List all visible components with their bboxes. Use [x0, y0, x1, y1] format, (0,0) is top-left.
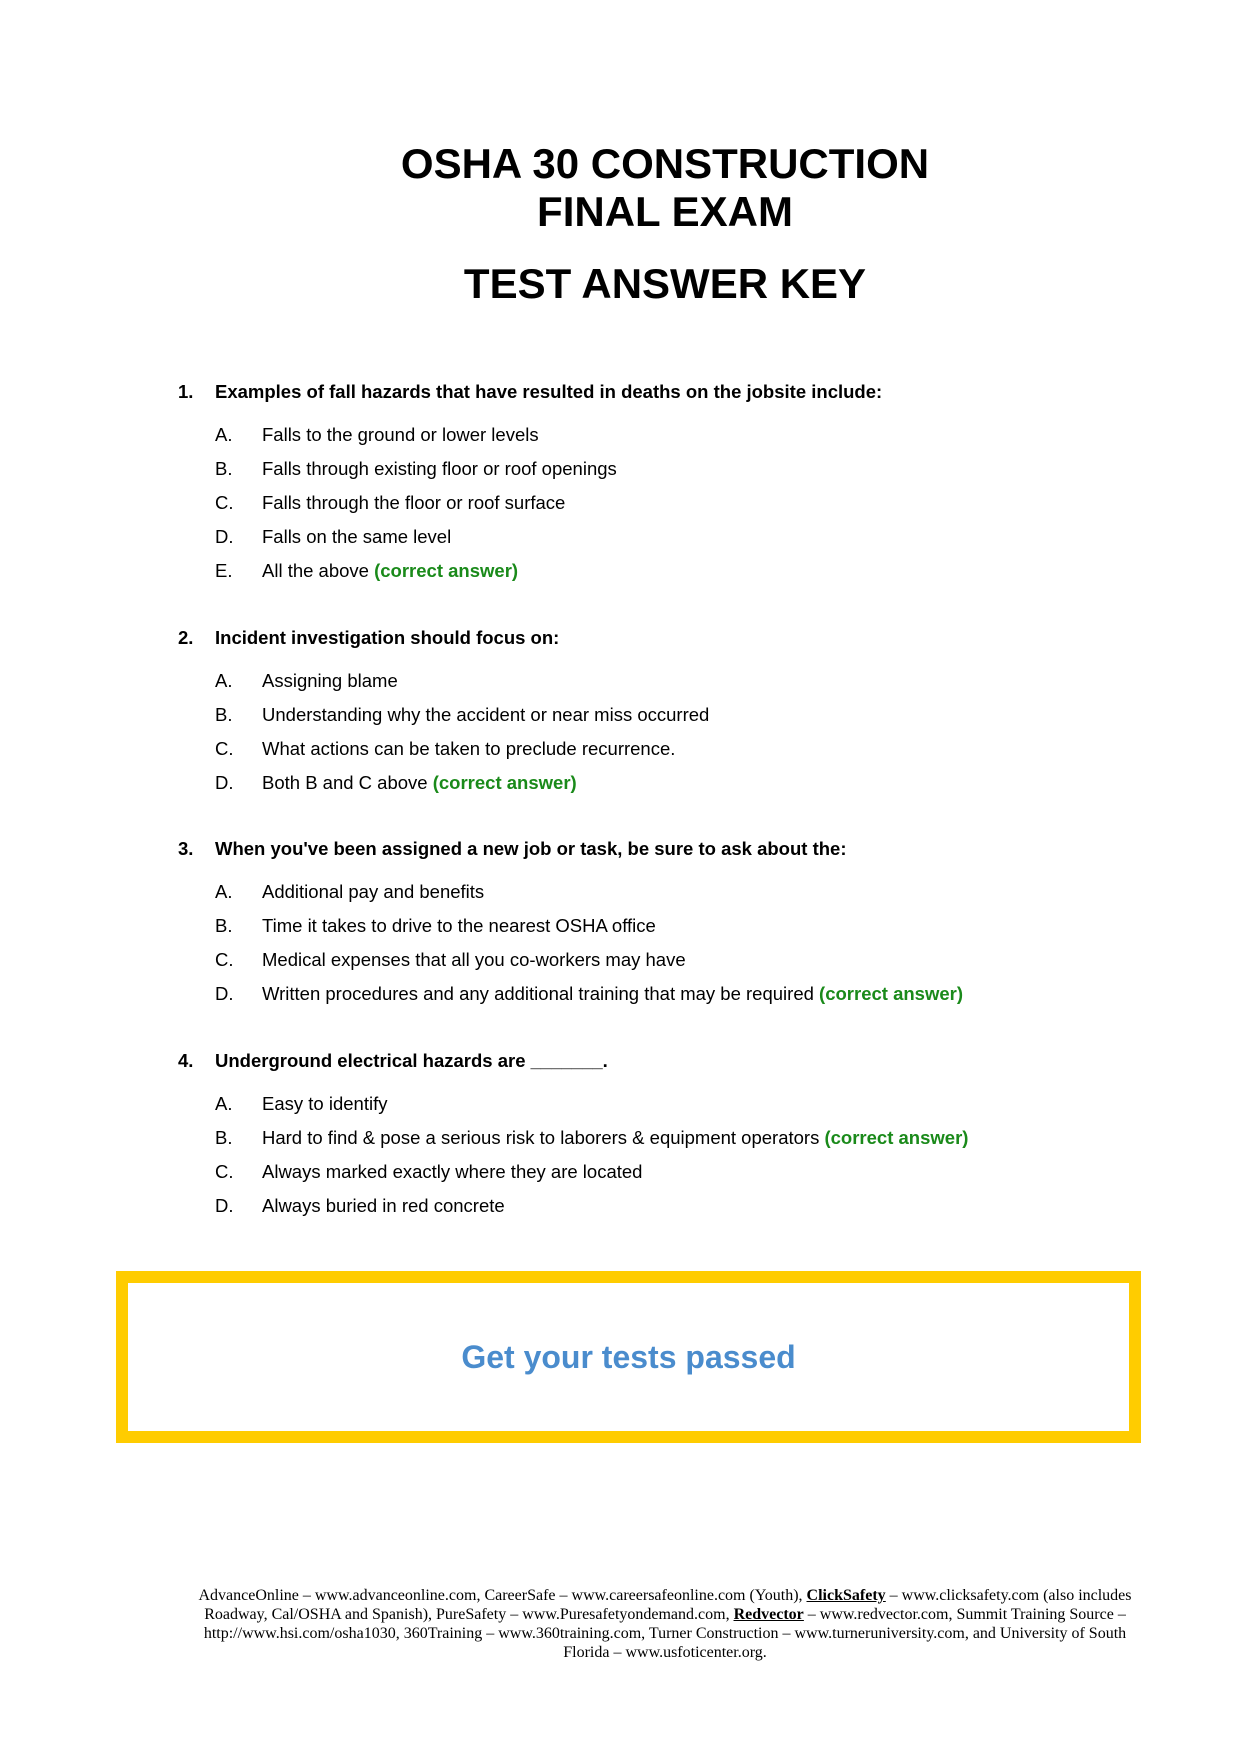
correct-answer-marker: (correct answer) [819, 983, 963, 1004]
footer-link-clicksafety[interactable]: ClickSafety [807, 1587, 886, 1604]
option-letter: D. [215, 526, 234, 547]
option-text: Falls through the floor or roof surface [262, 492, 566, 513]
promo-link[interactable]: Get your tests passed [461, 1339, 795, 1376]
option: C. Falls through the floor or roof surfac… [215, 491, 1078, 515]
footer-providers: AdvanceOnline – www.advanceonline.com, C… [180, 1586, 1150, 1662]
option-text: Understanding why the accident or near m… [262, 704, 710, 725]
title-line-2: FINAL EXAM [537, 188, 793, 235]
option: A. Additional pay and benefits [215, 880, 1078, 904]
option-text: Falls on the same level [262, 526, 452, 547]
subtitle: TEST ANSWER KEY [463, 260, 867, 307]
option-letter: B. [215, 458, 233, 479]
option-text: All the above [262, 560, 369, 581]
footer-text: AdvanceOnline – www.advanceonline.com, C… [198, 1587, 807, 1604]
question-3: 3. When you've been assigned a new job o… [178, 837, 1078, 1016]
option: B. Falls through existing floor or roof o… [215, 457, 1078, 481]
question-text: Examples of fall hazards that have resul… [215, 381, 883, 402]
option-letter: A. [215, 881, 233, 902]
option: C. Medical expenses that all you co-worke… [215, 948, 1078, 972]
option-text: Falls through existing floor or roof ope… [262, 458, 617, 479]
option-letter: C. [215, 492, 234, 513]
option-letter: A. [215, 1093, 233, 1114]
question-4: 4. Underground electrical hazards are __… [178, 1049, 1078, 1228]
option-letter: A. [215, 424, 233, 445]
option-text: Falls to the ground or lower levels [262, 424, 539, 445]
question-number: 4. [178, 1050, 194, 1071]
option-text: Written procedures and any additional tr… [262, 983, 814, 1004]
correct-answer-marker: (correct answer) [824, 1127, 969, 1148]
option: B. Understanding why the accident or near… [215, 703, 1078, 727]
question-text: Incident investigation should focus on: [215, 627, 560, 648]
question-2: 2. Incident investigation should focus o… [178, 626, 1078, 805]
option-correct: B. Hard to find & pose a serious risk to … [215, 1126, 1078, 1150]
title-line-1: OSHA 30 CONSTRUCTION [400, 140, 930, 187]
option: B. Time it takes to drive to the nearest … [215, 914, 1078, 938]
option-letter: B. [215, 704, 233, 725]
option-correct: E. All the above (correct answer) [215, 559, 1078, 583]
option-text: Both B and C above [262, 772, 428, 793]
option-text: Time it takes to drive to the nearest OS… [262, 915, 656, 936]
option-text: Assigning blame [262, 670, 398, 691]
option: A. Falls to the ground or lower levels [215, 423, 1078, 447]
question-text: Underground electrical hazards are _____… [215, 1050, 608, 1071]
option: D. Falls on the same level [215, 525, 1078, 549]
option: A. Easy to identify [215, 1092, 1078, 1116]
option-text: Always buried in red concrete [262, 1195, 505, 1216]
correct-answer-marker: (correct answer) [432, 772, 577, 793]
option-letter: C. [215, 738, 234, 759]
option-letter: B. [215, 915, 233, 936]
option-text: What actions can be taken to preclude re… [262, 738, 676, 759]
option: C. Always marked exactly where they are l… [215, 1160, 1078, 1184]
question-1: 1. Examples of fall hazards that have re… [178, 380, 1078, 593]
option: D. Always buried in red concrete [215, 1194, 1078, 1218]
option-text: Hard to find & pose a serious risk to la… [262, 1127, 820, 1148]
option-text: Medical expenses that all you co-workers… [262, 949, 686, 970]
option-letter: D. [215, 1195, 234, 1216]
option-text: Additional pay and benefits [262, 881, 485, 902]
correct-answer-marker: (correct answer) [374, 560, 519, 581]
option-letter: C. [215, 1161, 234, 1182]
promo-box[interactable]: Get your tests passed [116, 1271, 1141, 1443]
option: C. What actions can be taken to preclude … [215, 737, 1078, 761]
option-text: Easy to identify [262, 1093, 388, 1114]
option-letter: A. [215, 670, 233, 691]
option-letter: D. [215, 772, 234, 793]
option-letter: C. [215, 949, 234, 970]
document-header: OSHA 30 CONSTRUCTION FINAL EXAM TEST ANS… [0, 140, 1241, 308]
option-correct: D. Written procedures and any additional … [215, 982, 1078, 1006]
option-letter: E. [215, 560, 233, 581]
footer-link-redvector[interactable]: Redvector [734, 1606, 804, 1623]
question-number: 2. [178, 627, 194, 648]
option: A. Assigning blame [215, 669, 1078, 693]
option-text: Always marked exactly where they are loc… [262, 1161, 643, 1182]
question-number: 3. [178, 838, 194, 859]
option-letter: B. [215, 1127, 233, 1148]
option-letter: D. [215, 983, 234, 1004]
question-text: When you've been assigned a new job or t… [215, 838, 847, 859]
question-number: 1. [178, 381, 194, 402]
option-correct: D. Both B and C above (correct answer) [215, 771, 1078, 795]
